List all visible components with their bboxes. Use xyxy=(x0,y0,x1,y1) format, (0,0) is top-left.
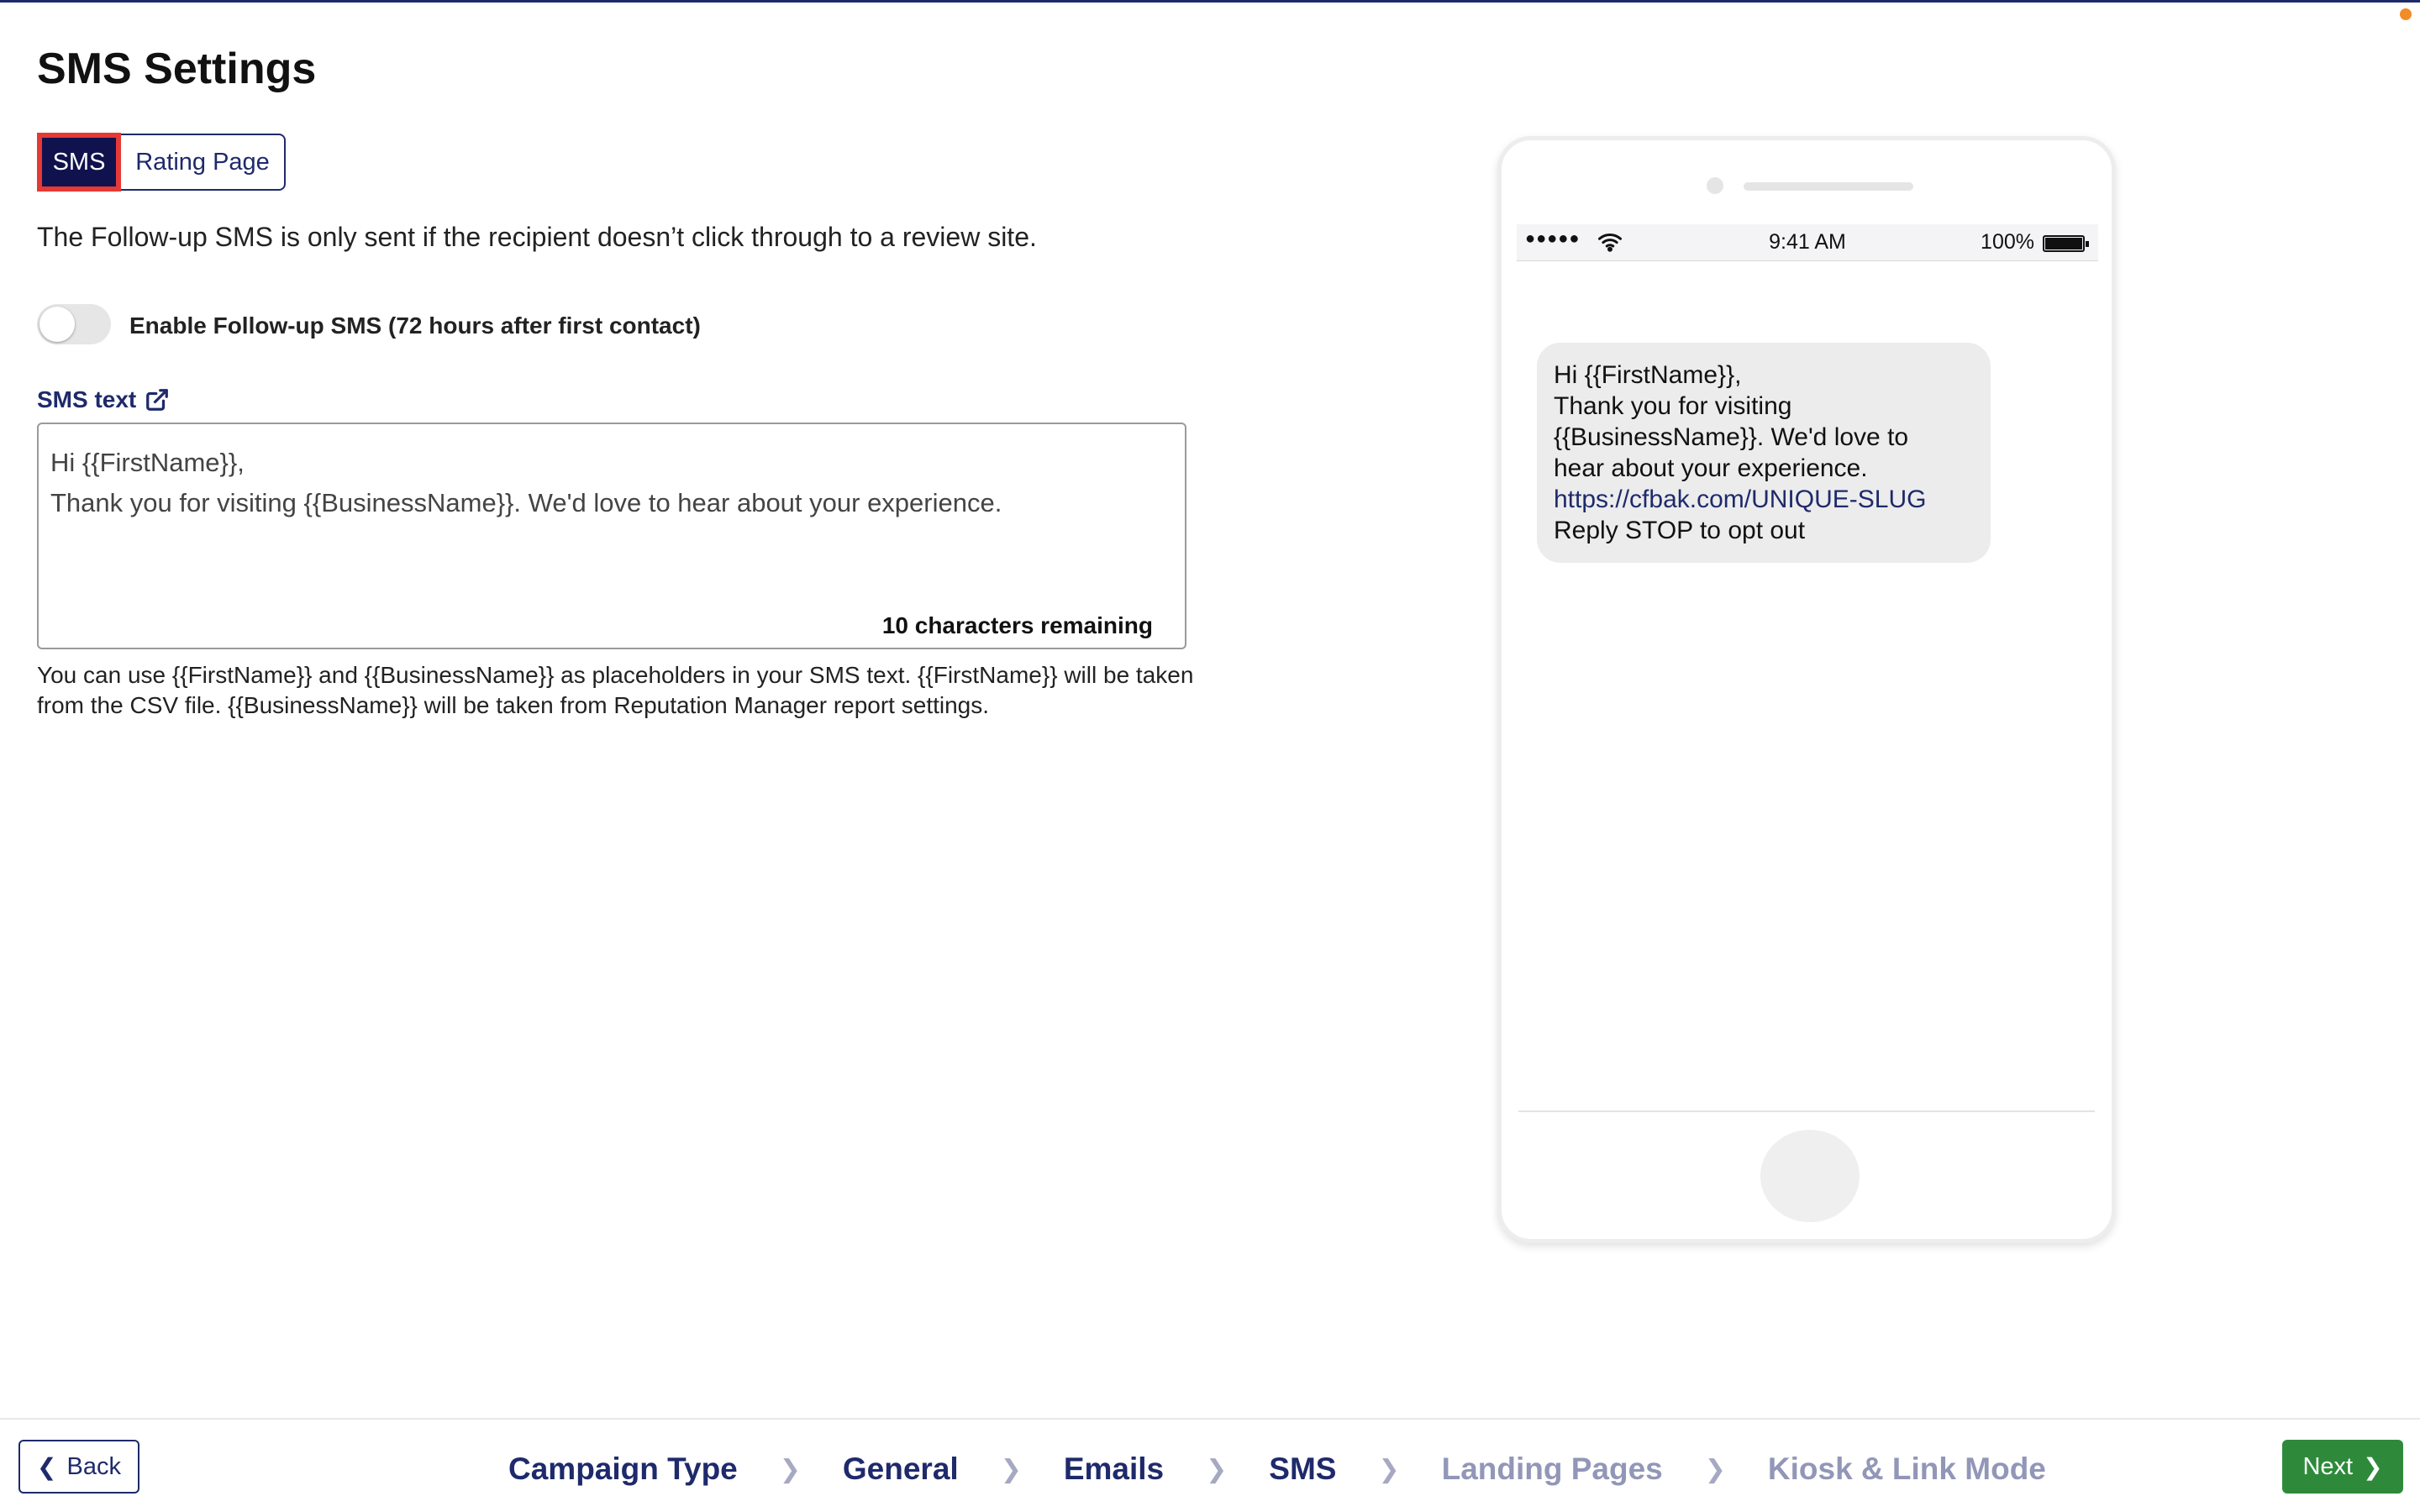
wizard-steps: Campaign Type ❯ General ❯ Emails ❯ SMS ❯… xyxy=(508,1452,2046,1487)
bubble-line: {{BusinessName}}. We'd love to xyxy=(1554,423,1909,451)
phone-screen: ●●●●● 9:41 AM 100% Hi {{FirstName}}, Tha… xyxy=(1517,224,2098,1115)
bubble-line: Thank you for visiting xyxy=(1554,392,1792,420)
chevron-right-icon: ❯ xyxy=(2363,1453,2383,1480)
external-link-icon xyxy=(146,389,169,411)
tab-sms[interactable]: SMS xyxy=(37,133,121,192)
phone-home-button xyxy=(1760,1130,1860,1222)
page-title: SMS Settings xyxy=(37,45,317,93)
phone-speaker xyxy=(1744,182,1913,191)
sms-text-line: Hi {{FirstName}}, xyxy=(50,448,245,477)
sms-text-link[interactable]: SMS text xyxy=(37,386,170,413)
followup-sms-toggle-label: Enable Follow-up SMS (72 hours after fir… xyxy=(129,312,701,339)
chevron-right-icon: ❯ xyxy=(1704,1455,1726,1483)
phone-preview: ●●●●● 9:41 AM 100% Hi {{FirstName}}, Tha… xyxy=(1497,136,2116,1243)
step-kiosk-link-mode[interactable]: Kiosk & Link Mode xyxy=(1768,1452,2046,1487)
next-button-label: Next xyxy=(2302,1452,2354,1480)
sms-text-input[interactable]: Hi {{FirstName}}, Thank you for visiting… xyxy=(37,423,1186,649)
step-general[interactable]: General xyxy=(843,1452,959,1487)
chevron-right-icon: ❯ xyxy=(1206,1455,1228,1483)
next-button[interactable]: Next ❯ xyxy=(2282,1440,2403,1494)
sms-preview-bubble: Hi {{FirstName}}, Thank you for visiting… xyxy=(1537,343,1991,563)
wizard-footer: ❮ Back Campaign Type ❯ General ❯ Emails … xyxy=(0,1418,2420,1512)
opt-out-text: Reply STOP to opt out xyxy=(1554,517,1806,544)
step-sms[interactable]: SMS xyxy=(1269,1452,1336,1487)
back-button[interactable]: ❮ Back xyxy=(18,1440,139,1494)
chevron-left-icon: ❮ xyxy=(37,1453,57,1480)
step-emails[interactable]: Emails xyxy=(1064,1452,1164,1487)
chevron-right-icon: ❯ xyxy=(1000,1455,1022,1483)
settings-tabs: SMS Rating Page xyxy=(37,133,286,192)
phone-camera xyxy=(1707,177,1723,194)
sms-text-label: SMS text xyxy=(37,386,137,412)
top-accent-line xyxy=(0,0,2420,3)
step-campaign-type[interactable]: Campaign Type xyxy=(508,1452,738,1487)
phone-divider xyxy=(1518,1110,2095,1112)
battery-icon xyxy=(2043,235,2089,252)
battery-percent: 100% xyxy=(1981,230,2034,254)
sms-text-line: Thank you for visiting {{BusinessName}}.… xyxy=(50,488,1002,517)
review-link[interactable]: https://cfbak.com/UNIQUE-SLUG xyxy=(1554,484,1974,515)
notification-dot xyxy=(2400,8,2412,20)
chevron-right-icon: ❯ xyxy=(1378,1455,1400,1483)
back-button-label: Back xyxy=(66,1452,121,1480)
characters-remaining: 10 characters remaining xyxy=(881,612,1153,638)
bubble-line: Hi {{FirstName}}, xyxy=(1554,361,1742,389)
tab-rating-page[interactable]: Rating Page xyxy=(121,134,286,191)
followup-sms-toggle[interactable] xyxy=(37,304,111,344)
chevron-right-icon: ❯ xyxy=(779,1455,801,1483)
bubble-line: hear about your experience. xyxy=(1554,454,1868,482)
phone-status-bar: ●●●●● 9:41 AM 100% xyxy=(1517,224,2098,261)
step-landing-pages[interactable]: Landing Pages xyxy=(1442,1452,1663,1487)
followup-info-text: The Follow-up SMS is only sent if the re… xyxy=(37,222,1037,252)
placeholder-help-text: You can use {{FirstName}} and {{Business… xyxy=(37,662,1194,718)
toggle-knob xyxy=(39,307,75,342)
